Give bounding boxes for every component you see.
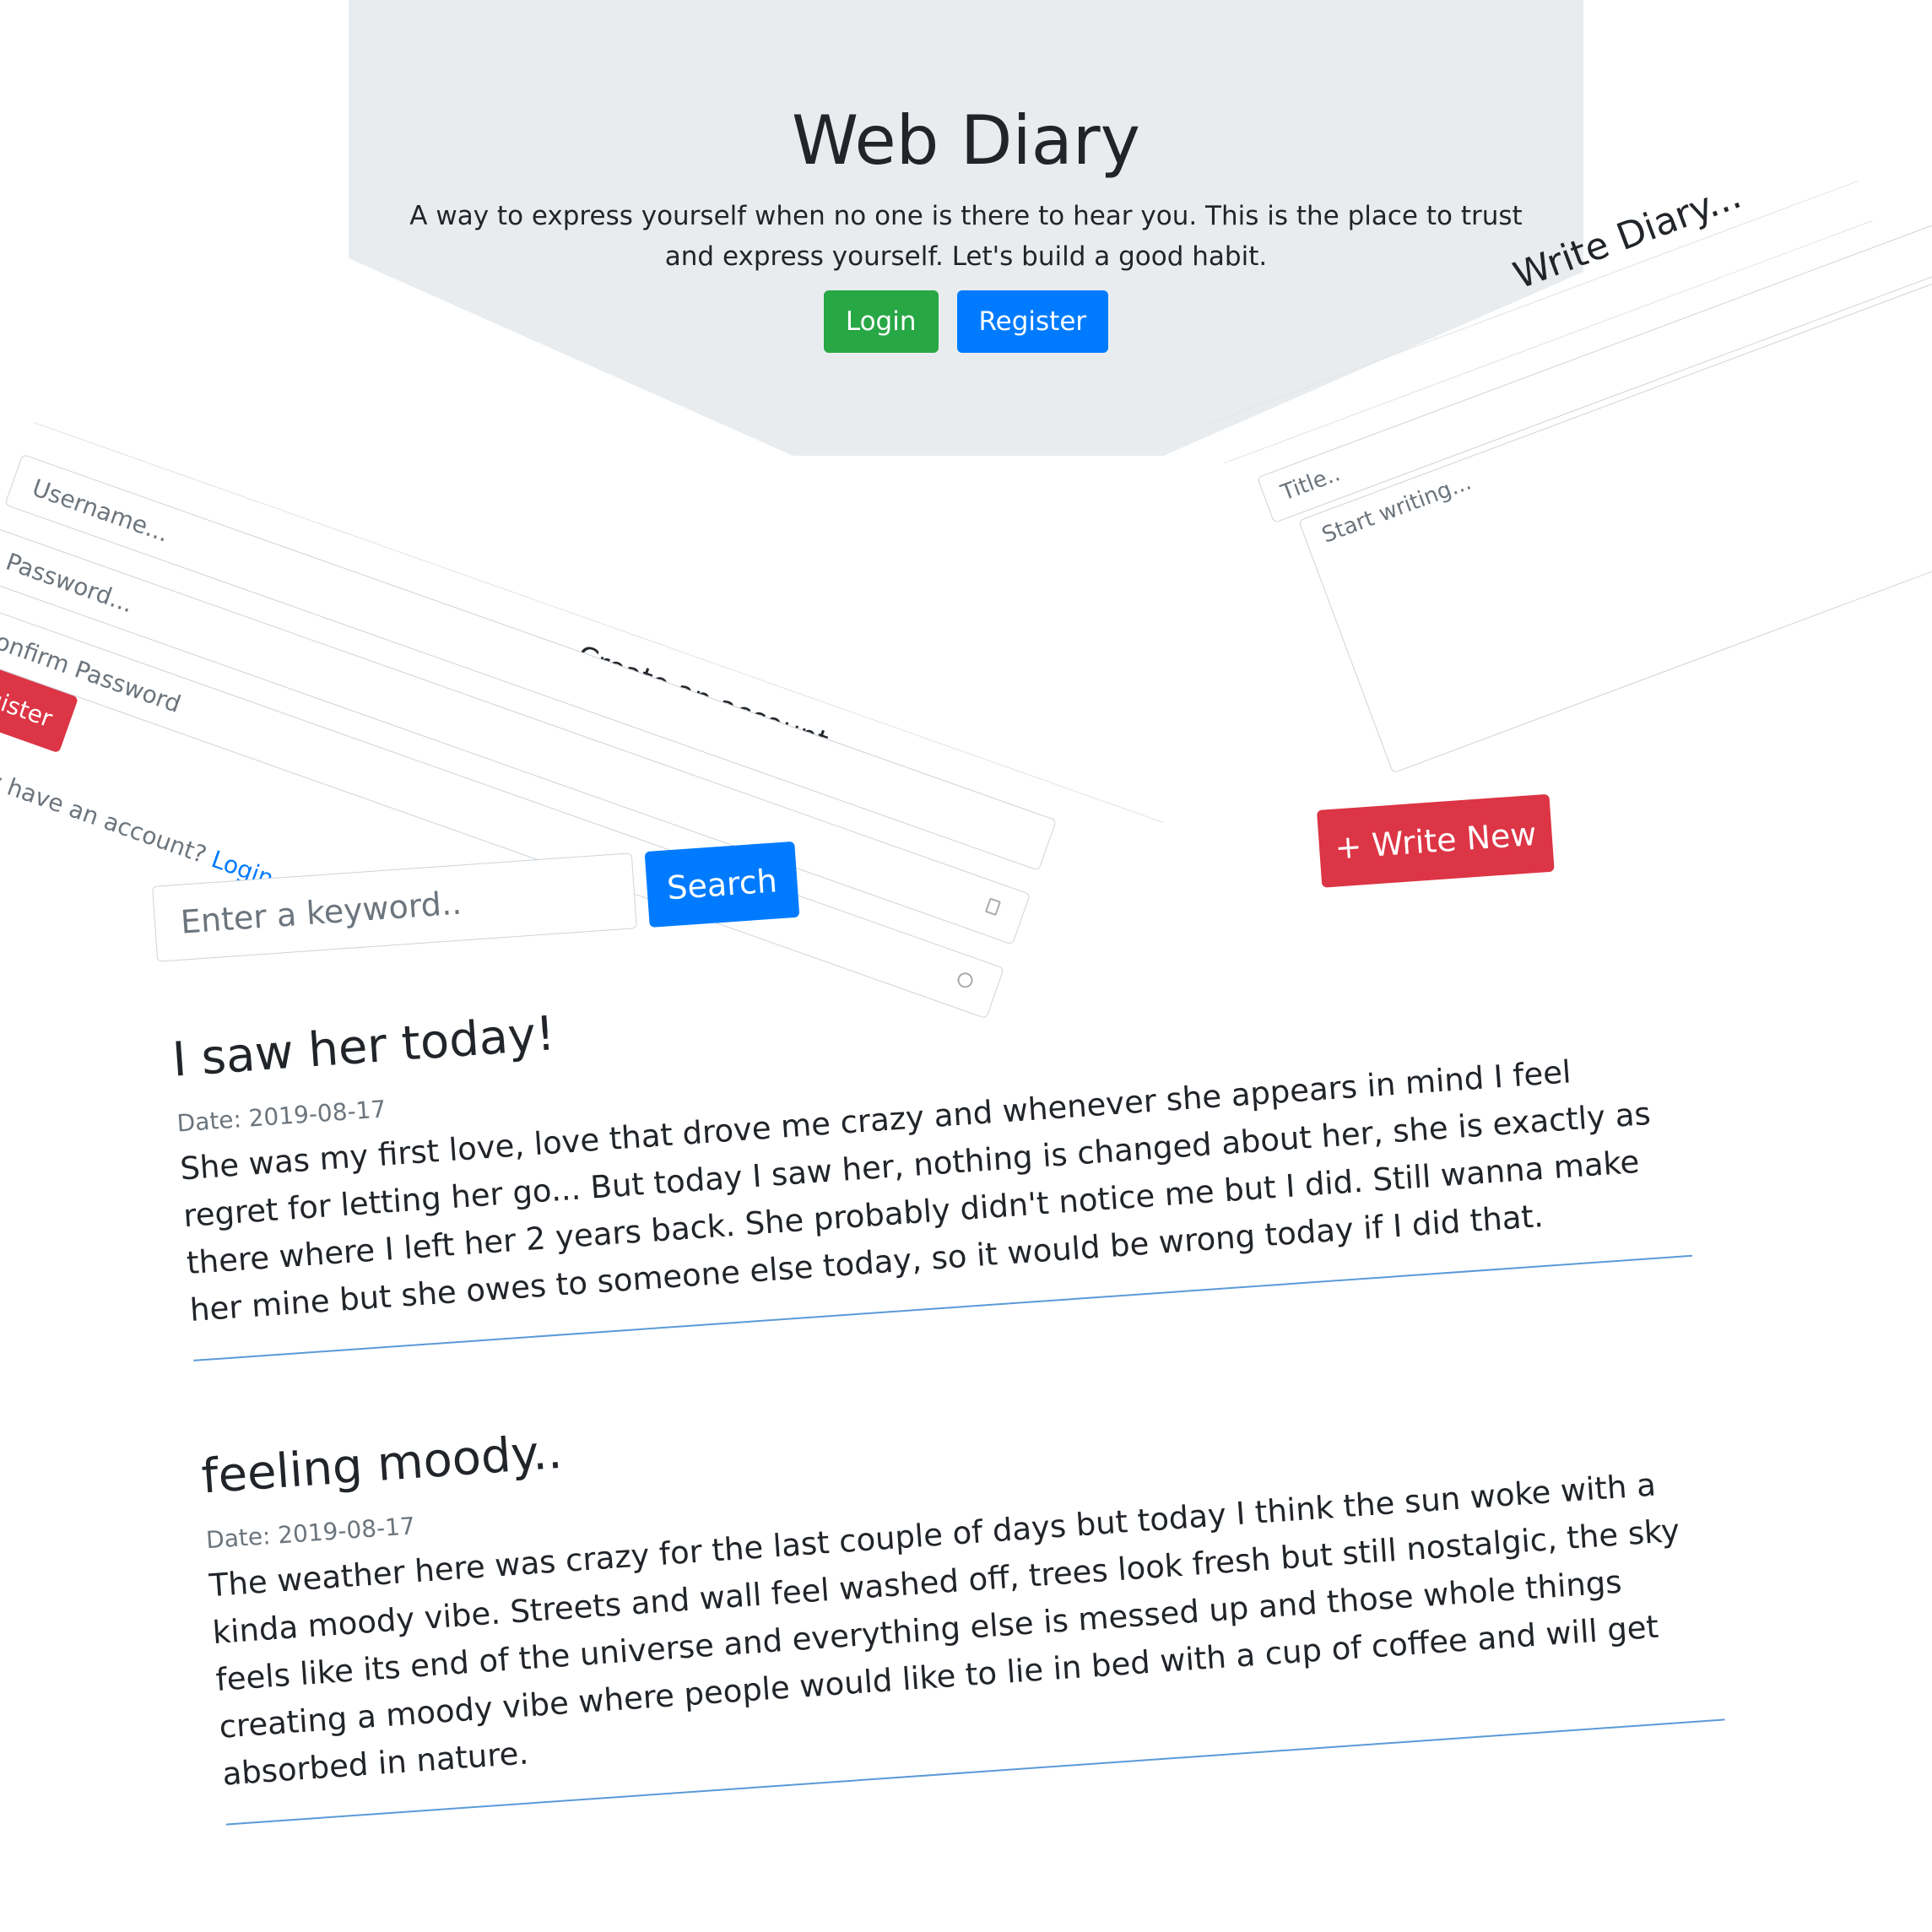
register-footer: Already have an account? Login [0,740,278,893]
hero-subtitle: A way to express yourself when no one is… [409,201,1523,272]
page: Web Diary A way to express yourself when… [0,0,1932,1932]
diary-entry: feeling moody.. Date: 2019-08-17 The wea… [200,1345,1725,1826]
diary-entry: I saw her today! Date: 2019-08-17 She wa… [170,928,1693,1361]
register-button[interactable]: Register [956,290,1109,353]
login-button[interactable]: Login [823,290,939,353]
hero-buttons: Login Register [349,290,1583,353]
diary-list-section: Search I saw her today! Date: 2019-08-17… [152,777,1780,1897]
search-button[interactable]: Search [644,841,800,928]
entry-body: She was my first love, love that drove m… [178,1053,1652,1329]
page-title: Web Diary [792,101,1140,180]
register-footer-text: Already have an account? [0,740,210,869]
